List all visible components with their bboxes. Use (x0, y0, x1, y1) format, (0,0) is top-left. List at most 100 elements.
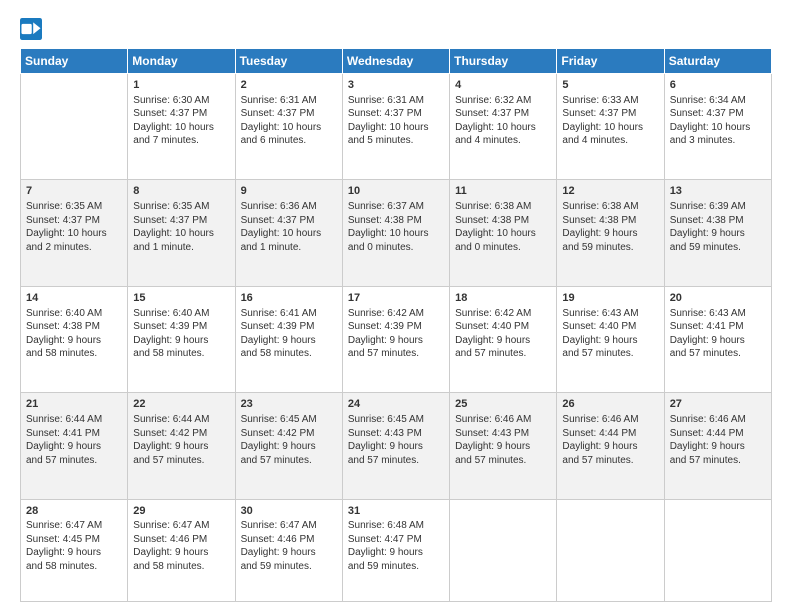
calendar-week-1: 1Sunrise: 6:30 AMSunset: 4:37 PMDaylight… (21, 74, 772, 180)
calendar-cell (557, 499, 664, 601)
day-info-line: Daylight: 10 hours (241, 121, 337, 135)
day-info-line: Sunset: 4:37 PM (133, 107, 229, 121)
calendar-cell: 21Sunrise: 6:44 AMSunset: 4:41 PMDayligh… (21, 393, 128, 499)
day-info-line: Sunset: 4:43 PM (455, 427, 551, 441)
day-info-line: Daylight: 9 hours (348, 440, 444, 454)
day-number: 22 (133, 397, 229, 412)
day-number: 10 (348, 184, 444, 199)
day-info-line: Sunset: 4:37 PM (241, 107, 337, 121)
day-info-line: Sunset: 4:37 PM (241, 214, 337, 228)
day-info-line: Sunrise: 6:40 AM (26, 307, 122, 321)
day-info-line: and 57 minutes. (562, 347, 658, 361)
day-info-line: Sunrise: 6:38 AM (562, 200, 658, 214)
calendar-week-4: 21Sunrise: 6:44 AMSunset: 4:41 PMDayligh… (21, 393, 772, 499)
day-info-line: Daylight: 10 hours (241, 227, 337, 241)
day-number: 11 (455, 184, 551, 199)
day-info-line: and 57 minutes. (670, 454, 766, 468)
day-info-line: and 58 minutes. (26, 560, 122, 574)
header-wednesday: Wednesday (342, 49, 449, 74)
day-info-line: Sunrise: 6:47 AM (133, 519, 229, 533)
day-info-line: Daylight: 9 hours (241, 334, 337, 348)
day-info-line: Sunset: 4:42 PM (241, 427, 337, 441)
day-info-line: Daylight: 9 hours (348, 546, 444, 560)
day-number: 27 (670, 397, 766, 412)
day-info-line: and 59 minutes. (562, 241, 658, 255)
day-info-line: Sunset: 4:44 PM (670, 427, 766, 441)
day-info-line: and 58 minutes. (133, 560, 229, 574)
day-info-line: Sunrise: 6:43 AM (670, 307, 766, 321)
calendar-cell (21, 74, 128, 180)
calendar-cell: 7Sunrise: 6:35 AMSunset: 4:37 PMDaylight… (21, 180, 128, 286)
day-number: 13 (670, 184, 766, 199)
calendar-cell: 23Sunrise: 6:45 AMSunset: 4:42 PMDayligh… (235, 393, 342, 499)
day-number: 5 (562, 78, 658, 93)
day-number: 7 (26, 184, 122, 199)
calendar-cell: 26Sunrise: 6:46 AMSunset: 4:44 PMDayligh… (557, 393, 664, 499)
day-info-line: Sunset: 4:37 PM (26, 214, 122, 228)
day-info-line: and 57 minutes. (455, 454, 551, 468)
day-info-line: Sunrise: 6:45 AM (241, 413, 337, 427)
day-info-line: Daylight: 10 hours (133, 227, 229, 241)
day-info-line: Daylight: 9 hours (26, 546, 122, 560)
day-info-line: Daylight: 10 hours (562, 121, 658, 135)
day-number: 23 (241, 397, 337, 412)
day-info-line: Sunset: 4:39 PM (348, 320, 444, 334)
day-info-line: and 3 minutes. (670, 134, 766, 148)
day-number: 28 (26, 504, 122, 519)
day-info-line: Sunrise: 6:40 AM (133, 307, 229, 321)
day-info-line: Sunset: 4:41 PM (26, 427, 122, 441)
day-info-line: and 57 minutes. (133, 454, 229, 468)
header-friday: Friday (557, 49, 664, 74)
calendar-cell: 14Sunrise: 6:40 AMSunset: 4:38 PMDayligh… (21, 286, 128, 392)
day-info-line: Daylight: 9 hours (562, 227, 658, 241)
day-info-line: and 57 minutes. (670, 347, 766, 361)
calendar-cell: 2Sunrise: 6:31 AMSunset: 4:37 PMDaylight… (235, 74, 342, 180)
calendar-week-5: 28Sunrise: 6:47 AMSunset: 4:45 PMDayligh… (21, 499, 772, 601)
calendar-cell: 3Sunrise: 6:31 AMSunset: 4:37 PMDaylight… (342, 74, 449, 180)
day-info-line: and 59 minutes. (241, 560, 337, 574)
calendar-cell: 27Sunrise: 6:46 AMSunset: 4:44 PMDayligh… (664, 393, 771, 499)
day-info-line: Sunrise: 6:41 AM (241, 307, 337, 321)
calendar-cell: 20Sunrise: 6:43 AMSunset: 4:41 PMDayligh… (664, 286, 771, 392)
day-info-line: Sunrise: 6:45 AM (348, 413, 444, 427)
day-number: 18 (455, 291, 551, 306)
day-info-line: and 0 minutes. (455, 241, 551, 255)
day-number: 21 (26, 397, 122, 412)
day-info-line: and 6 minutes. (241, 134, 337, 148)
day-info-line: Sunset: 4:40 PM (455, 320, 551, 334)
day-info-line: and 57 minutes. (455, 347, 551, 361)
day-number: 14 (26, 291, 122, 306)
day-info-line: and 58 minutes. (241, 347, 337, 361)
calendar-cell: 12Sunrise: 6:38 AMSunset: 4:38 PMDayligh… (557, 180, 664, 286)
day-info-line: Sunset: 4:40 PM (562, 320, 658, 334)
day-info-line: Daylight: 10 hours (455, 227, 551, 241)
day-info-line: Sunrise: 6:47 AM (26, 519, 122, 533)
calendar-cell: 8Sunrise: 6:35 AMSunset: 4:37 PMDaylight… (128, 180, 235, 286)
day-info-line: Sunset: 4:37 PM (455, 107, 551, 121)
header-saturday: Saturday (664, 49, 771, 74)
day-info-line: and 58 minutes. (133, 347, 229, 361)
calendar-cell: 22Sunrise: 6:44 AMSunset: 4:42 PMDayligh… (128, 393, 235, 499)
day-info-line: Sunrise: 6:32 AM (455, 94, 551, 108)
calendar-cell: 31Sunrise: 6:48 AMSunset: 4:47 PMDayligh… (342, 499, 449, 601)
day-info-line: Sunset: 4:44 PM (562, 427, 658, 441)
day-number: 4 (455, 78, 551, 93)
day-info-line: Daylight: 9 hours (26, 334, 122, 348)
day-info-line: and 58 minutes. (26, 347, 122, 361)
day-info-line: Sunset: 4:38 PM (348, 214, 444, 228)
calendar-cell: 5Sunrise: 6:33 AMSunset: 4:37 PMDaylight… (557, 74, 664, 180)
calendar-cell: 30Sunrise: 6:47 AMSunset: 4:46 PMDayligh… (235, 499, 342, 601)
calendar-week-2: 7Sunrise: 6:35 AMSunset: 4:37 PMDaylight… (21, 180, 772, 286)
day-info-line: and 57 minutes. (348, 454, 444, 468)
day-info-line: Sunrise: 6:31 AM (241, 94, 337, 108)
header (20, 18, 772, 40)
day-info-line: and 0 minutes. (348, 241, 444, 255)
day-number: 6 (670, 78, 766, 93)
day-number: 3 (348, 78, 444, 93)
day-info-line: Daylight: 10 hours (348, 121, 444, 135)
day-info-line: Sunset: 4:37 PM (133, 214, 229, 228)
header-monday: Monday (128, 49, 235, 74)
day-info-line: Daylight: 9 hours (26, 440, 122, 454)
day-info-line: and 57 minutes. (26, 454, 122, 468)
day-info-line: Daylight: 9 hours (133, 546, 229, 560)
